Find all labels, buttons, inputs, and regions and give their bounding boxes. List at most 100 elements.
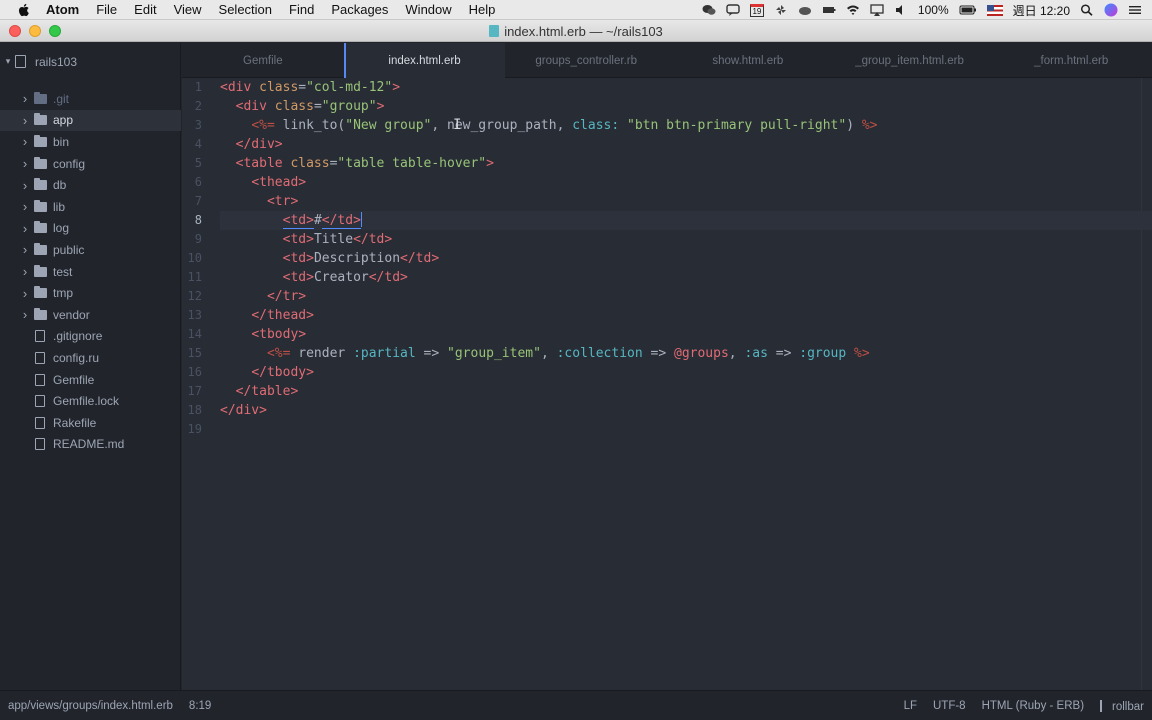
menu-file[interactable]: File — [96, 0, 117, 20]
line-number[interactable]: 1 — [176, 78, 202, 97]
status-cursor-position[interactable]: 8:19 — [189, 700, 211, 712]
tree-folder-app[interactable]: › app — [0, 109, 181, 132]
chevron-right-icon[interactable]: › — [20, 264, 30, 279]
line-number[interactable]: 14 — [176, 325, 202, 344]
siri-icon[interactable] — [1104, 3, 1118, 17]
line-number[interactable]: 10 — [176, 249, 202, 268]
battery-status-icon[interactable] — [822, 4, 836, 16]
menu-atom[interactable]: Atom — [46, 0, 79, 20]
code-line[interactable]: </tbody> — [220, 363, 1152, 382]
airplay-icon[interactable] — [870, 4, 884, 16]
line-number[interactable]: 7 — [176, 192, 202, 211]
line-number[interactable]: 11 — [176, 268, 202, 287]
code-line[interactable]: </thead> — [220, 306, 1152, 325]
tree-folder-git[interactable]: › .git — [0, 88, 181, 110]
tree-folder-log[interactable]: › log — [0, 218, 181, 240]
chevron-right-icon[interactable]: › — [20, 178, 30, 193]
menu-view[interactable]: View — [174, 0, 202, 20]
tree-folder-bin[interactable]: › bin — [0, 131, 181, 153]
cloud-icon[interactable] — [798, 4, 812, 16]
tree-file-rakefile[interactable]: Rakefile — [0, 412, 181, 434]
tab-gemfile[interactable]: Gemfile — [182, 43, 344, 78]
status-git-branch[interactable]: rollbar — [1100, 699, 1144, 713]
volume-icon[interactable] — [894, 4, 908, 16]
chevron-right-icon[interactable]: › — [20, 134, 30, 149]
line-number[interactable]: 12 — [176, 287, 202, 306]
tree-folder-lib[interactable]: › lib — [0, 196, 181, 218]
tree-file-config-ru[interactable]: config.ru — [0, 347, 181, 369]
line-number[interactable]: 3 — [176, 116, 202, 135]
menu-help[interactable]: Help — [469, 0, 496, 20]
line-number[interactable]: 5 — [176, 154, 202, 173]
line-number[interactable]: 18 — [176, 401, 202, 420]
line-number[interactable]: 15 — [176, 344, 202, 363]
status-file-path[interactable]: app/views/groups/index.html.erb — [8, 700, 173, 712]
code-line[interactable]: <tbody> — [220, 325, 1152, 344]
code-line[interactable]: </div> — [220, 401, 1152, 420]
chevron-right-icon[interactable]: › — [20, 286, 30, 301]
tab-form-html-erb[interactable]: _form.html.erb — [990, 43, 1152, 78]
tree-folder-public[interactable]: › public — [0, 239, 181, 261]
tree-folder-vendor[interactable]: › vendor — [0, 304, 181, 326]
code-line[interactable]: <div class="col-md-12"> — [220, 78, 1152, 97]
line-number[interactable]: 13 — [176, 306, 202, 325]
code-line[interactable]: <td>Title</td> — [220, 230, 1152, 249]
chevron-right-icon[interactable]: › — [20, 91, 30, 106]
line-number[interactable]: 16 — [176, 363, 202, 382]
status-encoding[interactable]: UTF-8 — [933, 700, 966, 712]
chevron-right-icon[interactable]: › — [20, 242, 30, 257]
code-line[interactable]: <%= link_to("New group", new_group_path,… — [220, 116, 1152, 135]
code-line[interactable]: <div class="group"> — [220, 97, 1152, 116]
battery-icon[interactable] — [959, 4, 977, 16]
line-number[interactable]: 19 — [176, 420, 202, 439]
tree-file-readme-md[interactable]: README.md — [0, 434, 181, 456]
menu-window[interactable]: Window — [405, 0, 451, 20]
menu-packages[interactable]: Packages — [331, 0, 388, 20]
menu-selection[interactable]: Selection — [219, 0, 272, 20]
code-line[interactable]: <%= render :partial => "group_item", :co… — [220, 344, 1152, 363]
chat-icon[interactable] — [726, 4, 740, 16]
wifi-icon[interactable] — [846, 4, 860, 16]
spotlight-search-icon[interactable] — [1080, 4, 1094, 16]
menu-find[interactable]: Find — [289, 0, 314, 20]
line-number[interactable]: 9 — [176, 230, 202, 249]
tab-show-html-erb[interactable]: show.html.erb — [667, 43, 829, 78]
line-number[interactable]: 8 — [176, 211, 202, 230]
code-line[interactable]: </tr> — [220, 287, 1152, 306]
code-line[interactable]: </table> — [220, 382, 1152, 401]
input-source-flag-icon[interactable] — [986, 4, 1003, 16]
code-line[interactable]: <tr> — [220, 192, 1152, 211]
chevron-right-icon[interactable]: › — [20, 221, 30, 236]
text-editor[interactable]: 1 2 3 4 5 6 7 8 9 10 11 12 13 14 15 16 17 18 19 <div class… — [182, 78, 1152, 690]
tree-folder-config[interactable]: › config — [0, 153, 181, 175]
line-number[interactable]: 2 — [176, 97, 202, 116]
code-line[interactable]: <thead> — [220, 173, 1152, 192]
tab-index-html-erb[interactable]: index.html.erb — [343, 43, 506, 79]
menu-edit[interactable]: Edit — [134, 0, 156, 20]
tab-groups-controller-rb[interactable]: groups_controller.rb — [505, 43, 667, 78]
tree-root[interactable]: ▾ rails103 — [0, 51, 181, 73]
status-grammar[interactable]: HTML (Ruby - ERB) — [982, 700, 1084, 712]
chevron-down-icon[interactable]: ▾ — [3, 56, 13, 67]
code-line[interactable] — [220, 420, 1152, 439]
notification-center-icon[interactable] — [1128, 4, 1142, 16]
apple-icon[interactable] — [16, 2, 32, 18]
chevron-right-icon[interactable]: › — [20, 199, 30, 214]
clock[interactable]: 週日 12:20 — [1013, 2, 1070, 19]
pinwheel-icon[interactable] — [774, 4, 788, 16]
tab-group-item-html-erb[interactable]: _group_item.html.erb — [829, 43, 991, 78]
code-line[interactable]: <td>Creator</td> — [220, 268, 1152, 287]
tree-folder-tmp[interactable]: › tmp — [0, 282, 181, 304]
line-number[interactable]: 4 — [176, 135, 202, 154]
tree-folder-db[interactable]: › db — [0, 174, 181, 196]
calendar-icon[interactable]: 19 — [749, 3, 764, 17]
chevron-right-icon[interactable]: › — [20, 156, 30, 171]
line-number[interactable]: 6 — [176, 173, 202, 192]
tree-folder-test[interactable]: › test — [0, 261, 181, 283]
tree-file-gemfile-lock[interactable]: Gemfile.lock — [0, 390, 181, 412]
tree-file-gitignore[interactable]: .gitignore — [0, 326, 181, 348]
code-line[interactable]: <td>#</td> — [220, 211, 1152, 230]
tree-file-gemfile[interactable]: Gemfile — [0, 369, 181, 391]
code-line[interactable]: </div> — [220, 135, 1152, 154]
wechat-icon[interactable] — [702, 4, 716, 16]
